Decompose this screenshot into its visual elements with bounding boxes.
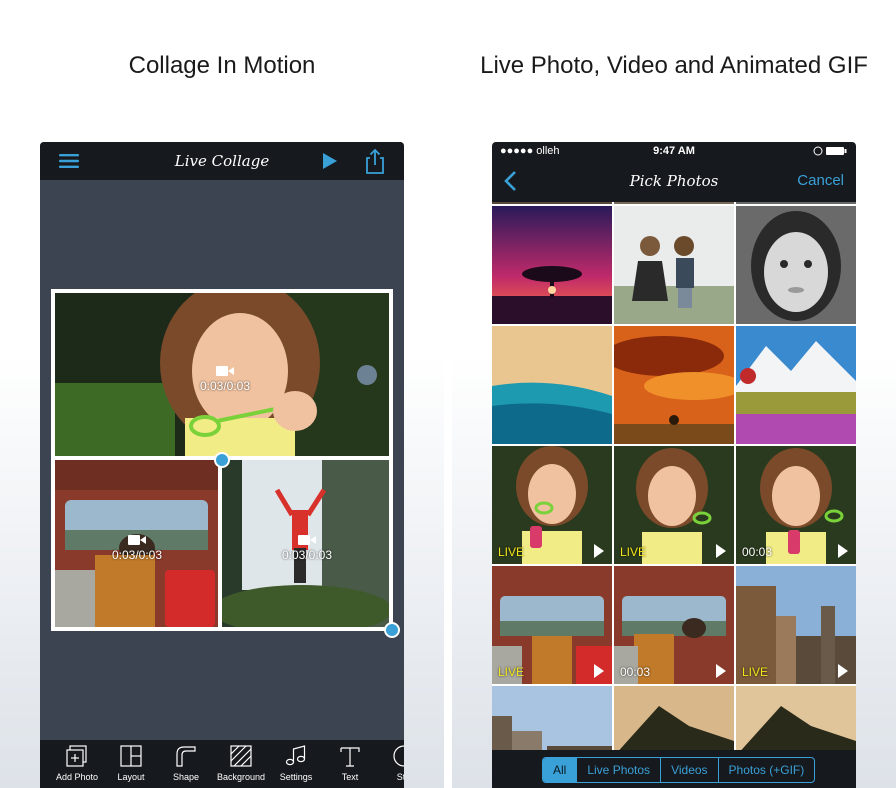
photo-thumbnail-car-live[interactable]: LIVE (492, 566, 612, 684)
sticker-label: Sti (396, 772, 404, 782)
resize-handle-center[interactable] (214, 452, 230, 468)
shape-button[interactable]: Shape (156, 740, 216, 788)
filter-segmented-control: All Live Photos Videos Photos (+GIF) (542, 757, 816, 783)
background-icon (230, 745, 252, 767)
photo-thumbnail-peak-1[interactable] (614, 686, 734, 750)
pick-photos-screen: ●●●●● olleh 9:47 AM Pick Photos Cancel L… (492, 142, 856, 788)
play-icon[interactable] (316, 148, 342, 174)
live-badge: LIVE (498, 545, 525, 559)
status-bar: ●●●●● olleh 9:47 AM (492, 142, 856, 160)
play-icon (838, 664, 848, 678)
shape-label: Shape (172, 772, 200, 782)
duration-badge: 00:03 (620, 665, 651, 679)
photo-thumbnail-city-live[interactable]: LIVE (736, 566, 856, 684)
live-collage-screen: Live Collage 0:03/0:03 0:03/0:03 0:03/0:… (40, 142, 404, 788)
photo-thumbnail-beach[interactable] (492, 326, 612, 444)
collage-cell-car-interior[interactable]: 0:03/0:03 (55, 460, 218, 627)
background-button[interactable]: Background (211, 740, 271, 788)
photo-thumbnail-peak-2[interactable] (736, 686, 856, 750)
collage-cell-girl-bubbles[interactable]: 0:03/0:03 (55, 293, 389, 456)
video-camera-icon (298, 535, 316, 545)
photo-thumbnail[interactable] (492, 202, 612, 204)
photo-thumbnail-car-video[interactable]: 00:03 (614, 566, 734, 684)
live-badge: LIVE (498, 665, 525, 679)
photo-thumbnail-sunset-tree[interactable] (492, 206, 612, 324)
live-badge: LIVE (742, 665, 769, 679)
photo-thumbnail-kids-kiss[interactable] (614, 206, 734, 324)
photo-thumbnail[interactable] (736, 202, 856, 204)
text-button[interactable]: Text (320, 740, 380, 788)
sticker-button[interactable]: Sti (372, 740, 404, 788)
background-label: Background (216, 772, 266, 782)
filter-videos[interactable]: Videos (660, 758, 717, 782)
battery-icon (813, 146, 847, 156)
video-camera-icon (128, 535, 146, 545)
layout-icon (120, 745, 142, 767)
video-timecode: 0:03/0:03 (195, 365, 255, 393)
photo-thumbnail-orange-sky[interactable] (614, 326, 734, 444)
filter-live-photos[interactable]: Live Photos (576, 758, 660, 782)
shape-icon (176, 746, 196, 767)
filter-bar: All Live Photos Videos Photos (+GIF) (492, 750, 856, 788)
play-icon (594, 544, 604, 558)
left-caption: Collage In Motion (128, 52, 316, 79)
text-icon (340, 747, 360, 767)
photo-thumbnail-skyline[interactable] (492, 686, 612, 750)
photo-grid: LIVE LIVE 00:03 LIVE 00:03 LIVE (492, 202, 856, 750)
add-photo-icon (66, 745, 87, 767)
video-timecode: 0:03/0:03 (107, 534, 167, 562)
photo-thumbnail-child-bw[interactable] (736, 206, 856, 324)
navigation-bar: Pick Photos Cancel (492, 160, 856, 202)
right-caption: Live Photo, Video and Animated GIF (480, 52, 868, 79)
layout-label: Layout (117, 772, 145, 782)
photo-thumbnail-girl-live-1[interactable]: LIVE (492, 446, 612, 564)
clock-label: 9:47 AM (653, 145, 695, 157)
play-icon (716, 664, 726, 678)
duration-badge: 00:03 (742, 545, 773, 559)
cancel-button[interactable]: Cancel (797, 172, 844, 189)
layout-button[interactable]: Layout (101, 740, 161, 788)
text-label: Text (341, 772, 359, 782)
collage-cell-waterfall[interactable]: 0:03/0:03 (222, 460, 389, 627)
timecode-label: 0:03/0:03 (199, 379, 251, 393)
photo-thumbnail-girl-video[interactable]: 00:03 (736, 446, 856, 564)
photo-thumbnail[interactable] (614, 202, 734, 204)
share-icon[interactable] (362, 147, 388, 174)
video-camera-icon (216, 366, 234, 376)
resize-handle-corner[interactable] (384, 622, 400, 638)
play-icon (594, 664, 604, 678)
app-title: Live Collage (174, 152, 270, 170)
video-timecode: 0:03/0:03 (277, 534, 337, 562)
add-photo-button[interactable]: Add Photo (47, 740, 107, 788)
filter-photos-gif[interactable]: Photos (+GIF) (717, 758, 815, 782)
bottom-toolbar: Add Photo Layout Shape Background Settin… (40, 740, 404, 788)
timecode-label: 0:03/0:03 (281, 548, 333, 562)
add-photo-label: Add Photo (55, 772, 99, 782)
play-icon (838, 544, 848, 558)
music-note-icon (285, 745, 306, 766)
settings-label: Settings (279, 772, 313, 782)
sticker-icon (393, 745, 404, 767)
filter-all[interactable]: All (543, 758, 577, 782)
timecode-label: 0:03/0:03 (111, 548, 163, 562)
photo-thumbnail-mountains[interactable] (736, 326, 856, 444)
settings-button[interactable]: Settings (266, 740, 326, 788)
live-badge: LIVE (620, 545, 647, 559)
photo-thumbnail-girl-live-2[interactable]: LIVE (614, 446, 734, 564)
navigation-bar: Live Collage (40, 142, 404, 180)
play-icon (716, 544, 726, 558)
